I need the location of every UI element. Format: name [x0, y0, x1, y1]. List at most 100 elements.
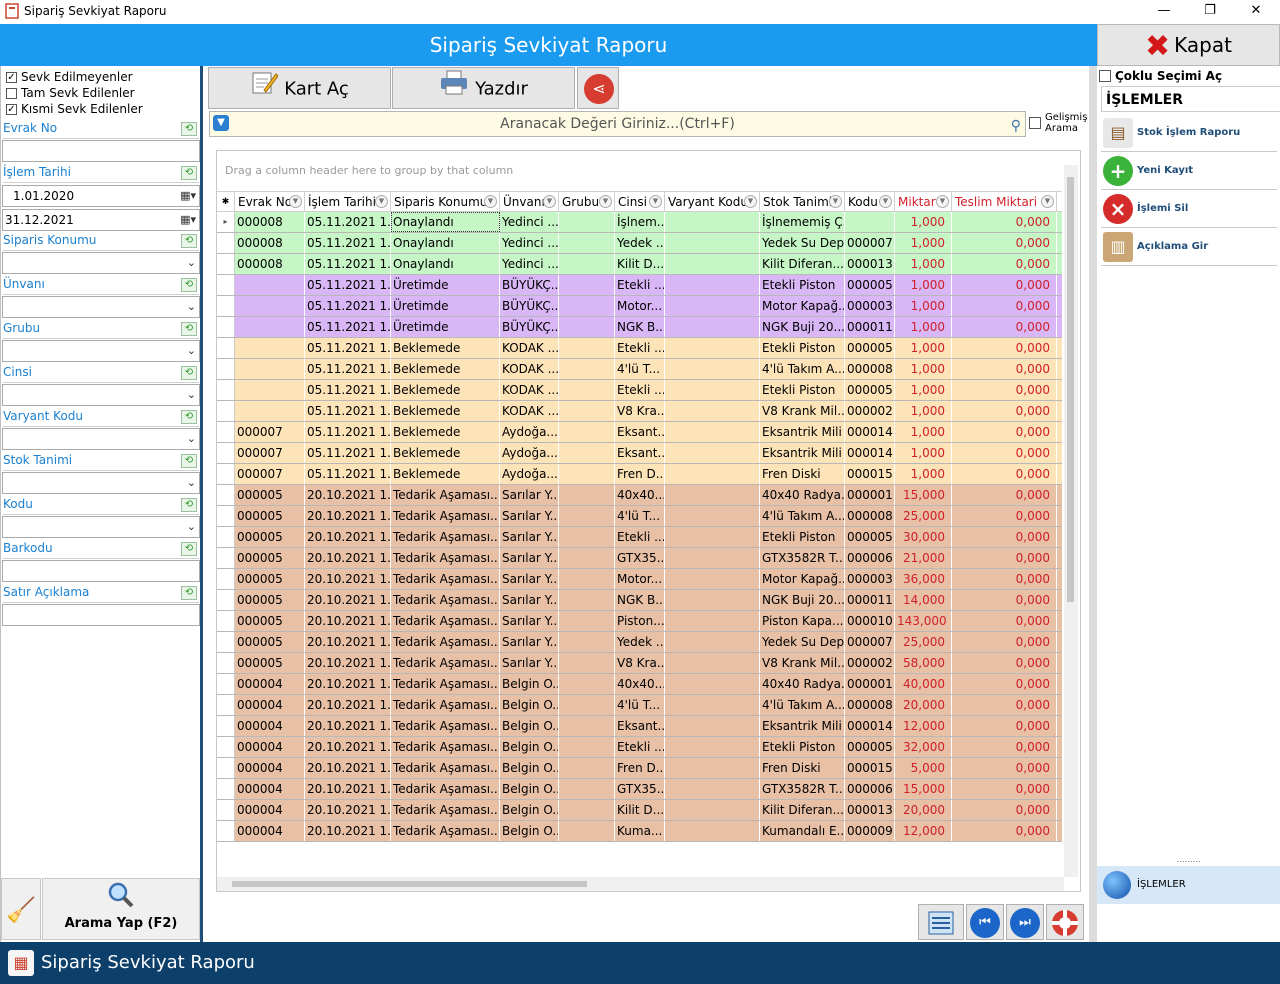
- col-varyant-kodu-cell[interactable]: [665, 611, 760, 631]
- col-kodu-cell[interactable]: 000009: [845, 821, 895, 841]
- col-cinsi-cell[interactable]: Yedek ...: [615, 233, 665, 253]
- row-indicator[interactable]: [217, 506, 235, 526]
- col-miktar-cell[interactable]: 1,000: [895, 380, 952, 400]
- col-siparis-konumu-cell[interactable]: Tedarik Aşaması...: [391, 653, 500, 673]
- col-kodu-cell[interactable]: 000008: [845, 695, 895, 715]
- col-teslim-miktari-cell[interactable]: 0,000: [952, 464, 1057, 484]
- col-siparis-konumu-cell[interactable]: Tedarik Aşaması...: [391, 548, 500, 568]
- col-evrak-no-cell[interactable]: [235, 359, 305, 379]
- col-evrak-no-cell[interactable]: 000008: [235, 233, 305, 253]
- col-unvani-cell[interactable]: Belgin O...: [500, 779, 559, 799]
- minimize-button[interactable]: —: [1141, 0, 1187, 22]
- col-unvani-cell[interactable]: Belgin O...: [500, 758, 559, 778]
- col-cinsi-cell[interactable]: 40x40...: [615, 485, 665, 505]
- table-row[interactable]: 05.11.2021 1... Beklemede KODAK ... Etekli …: [217, 338, 1062, 359]
- grubu-select[interactable]: ⌄: [2, 340, 200, 362]
- col-evrak-no-cell[interactable]: [235, 296, 305, 316]
- table-row[interactable]: 000004 20.10.2021 1... Tedarik Aşaması... B…: [217, 821, 1062, 842]
- col-siparis-konumu-cell[interactable]: Tedarik Aşaması...: [391, 674, 500, 694]
- col-grubu-cell[interactable]: [559, 611, 615, 631]
- col-evrak-no-cell[interactable]: 000005: [235, 548, 305, 568]
- col-varyant-kodu-cell[interactable]: [665, 506, 760, 526]
- col-islem-tarihi-cell[interactable]: 05.11.2021 1...: [305, 275, 391, 295]
- panel-splitter[interactable]: ⋯⋯⋯: [1097, 858, 1280, 866]
- col-teslim-miktari-cell[interactable]: 0,000: [952, 800, 1057, 820]
- cinsi-select[interactable]: ⌄: [2, 384, 200, 406]
- col-grubu-cell[interactable]: [559, 527, 615, 547]
- row-indicator[interactable]: [217, 695, 235, 715]
- col-islem-tarihi-cell[interactable]: 20.10.2021 1...: [305, 527, 391, 547]
- filter-toggle-icon[interactable]: ⟲: [181, 542, 197, 556]
- table-row[interactable]: 000004 20.10.2021 1... Tedarik Aşaması... B…: [217, 800, 1062, 821]
- col-teslim-miktari-cell[interactable]: 0,000: [952, 275, 1057, 295]
- row-indicator[interactable]: [217, 800, 235, 820]
- col-stok-tanimi-cell[interactable]: Etekli Piston: [760, 380, 845, 400]
- group-panel[interactable]: Drag a column header here to group by th…: [217, 151, 1080, 191]
- col-grubu-cell[interactable]: [559, 275, 615, 295]
- col-kodu-cell[interactable]: 000010: [845, 611, 895, 631]
- col-kodu-cell[interactable]: 000011: [845, 317, 895, 337]
- grid-corner[interactable]: ✱: [217, 192, 235, 212]
- col-unvani-cell[interactable]: Yedinci ...: [500, 233, 559, 253]
- filter-toggle-icon[interactable]: ⟲: [181, 234, 197, 248]
- col-islem-tarihi-header[interactable]: İşlem Tarihi ▼: [305, 192, 391, 212]
- table-row[interactable]: 000005 20.10.2021 1... Tedarik Aşaması... S…: [217, 653, 1062, 674]
- col-teslim-miktari-cell[interactable]: 0,000: [952, 821, 1057, 841]
- col-unvani-cell[interactable]: Aydoğa...: [500, 443, 559, 463]
- col-teslim-miktari-cell[interactable]: 0,000: [952, 632, 1057, 652]
- col-evrak-no-cell[interactable]: 000005: [235, 506, 305, 526]
- col-siparis-konumu-cell[interactable]: Beklemede: [391, 401, 500, 421]
- col-evrak-no-cell[interactable]: [235, 380, 305, 400]
- col-teslim-miktari-cell[interactable]: 0,000: [952, 758, 1057, 778]
- col-miktar-cell[interactable]: 1,000: [895, 296, 952, 316]
- col-teslim-miktari-header[interactable]: Teslim Miktari ▼: [952, 192, 1057, 212]
- filter-check-partially-shipped[interactable]: ✓ Kısmi Sevk Edilenler: [6, 102, 143, 116]
- col-cinsi-cell[interactable]: Etekli ...: [615, 380, 665, 400]
- col-siparis-konumu-cell[interactable]: Tedarik Aşaması...: [391, 695, 500, 715]
- col-kodu-cell[interactable]: 000014: [845, 716, 895, 736]
- col-varyant-kodu-cell[interactable]: [665, 674, 760, 694]
- col-unvani-cell[interactable]: Belgin O...: [500, 674, 559, 694]
- col-evrak-no-cell[interactable]: 000007: [235, 464, 305, 484]
- col-siparis-konumu-cell[interactable]: Beklemede: [391, 359, 500, 379]
- filter-check-fully-shipped[interactable]: Tam Sevk Edilenler: [6, 86, 135, 100]
- grid-view-button[interactable]: [918, 904, 964, 940]
- col-cinsi-cell[interactable]: 4'lü T...: [615, 506, 665, 526]
- col-varyant-kodu-cell[interactable]: [665, 548, 760, 568]
- col-grubu-cell[interactable]: [559, 254, 615, 274]
- col-kodu-cell[interactable]: 000006: [845, 779, 895, 799]
- col-islem-tarihi-cell[interactable]: 20.10.2021 1...: [305, 737, 391, 757]
- col-islem-tarihi-cell[interactable]: 20.10.2021 1...: [305, 800, 391, 820]
- table-row[interactable]: 000007 05.11.2021 1... Beklemede Aydoğa... F…: [217, 464, 1062, 485]
- col-cinsi-cell[interactable]: 4'lü T...: [615, 359, 665, 379]
- col-unvani-cell[interactable]: BÜYÜKÇ...: [500, 317, 559, 337]
- horizontal-scrollbar[interactable]: [217, 877, 1064, 891]
- col-miktar-cell[interactable]: 1,000: [895, 443, 952, 463]
- col-islem-tarihi-cell[interactable]: 05.11.2021 1...: [305, 212, 391, 232]
- col-kodu-cell[interactable]: 000013: [845, 800, 895, 820]
- col-kodu-cell[interactable]: 000007: [845, 632, 895, 652]
- col-teslim-miktari-cell[interactable]: 0,000: [952, 443, 1057, 463]
- col-kodu-cell[interactable]: 000002: [845, 653, 895, 673]
- column-filter-icon[interactable]: ▼: [936, 195, 949, 208]
- col-stok-tanimi-cell[interactable]: Kilit Diferan...: [760, 254, 845, 274]
- row-indicator[interactable]: [217, 380, 235, 400]
- col-cinsi-cell[interactable]: Etekli ...: [615, 338, 665, 358]
- col-kodu-cell[interactable]: 000007: [845, 233, 895, 253]
- table-row[interactable]: 000007 05.11.2021 1... Beklemede Aydoğa... E…: [217, 443, 1062, 464]
- col-stok-tanimi-cell[interactable]: Fren Diski: [760, 758, 845, 778]
- col-teslim-miktari-cell[interactable]: 0,000: [952, 506, 1057, 526]
- col-unvani-cell[interactable]: Belgin O...: [500, 800, 559, 820]
- col-unvani-cell[interactable]: BÜYÜKÇ...: [500, 296, 559, 316]
- table-row[interactable]: 05.11.2021 1... Beklemede KODAK ... 4'lü T.…: [217, 359, 1062, 380]
- table-row[interactable]: 000005 20.10.2021 1... Tedarik Aşaması... S…: [217, 485, 1062, 506]
- col-teslim-miktari-cell[interactable]: 0,000: [952, 737, 1057, 757]
- col-unvani-cell[interactable]: Yedinci ...: [500, 254, 559, 274]
- col-varyant-kodu-cell[interactable]: [665, 569, 760, 589]
- col-varyant-kodu-cell[interactable]: [665, 422, 760, 442]
- column-filter-icon[interactable]: ▼: [649, 195, 662, 208]
- table-row[interactable]: 000004 20.10.2021 1... Tedarik Aşaması... B…: [217, 674, 1062, 695]
- col-teslim-miktari-cell[interactable]: 0,000: [952, 548, 1057, 568]
- col-siparis-konumu-cell[interactable]: Beklemede: [391, 464, 500, 484]
- col-islem-tarihi-cell[interactable]: 20.10.2021 1...: [305, 506, 391, 526]
